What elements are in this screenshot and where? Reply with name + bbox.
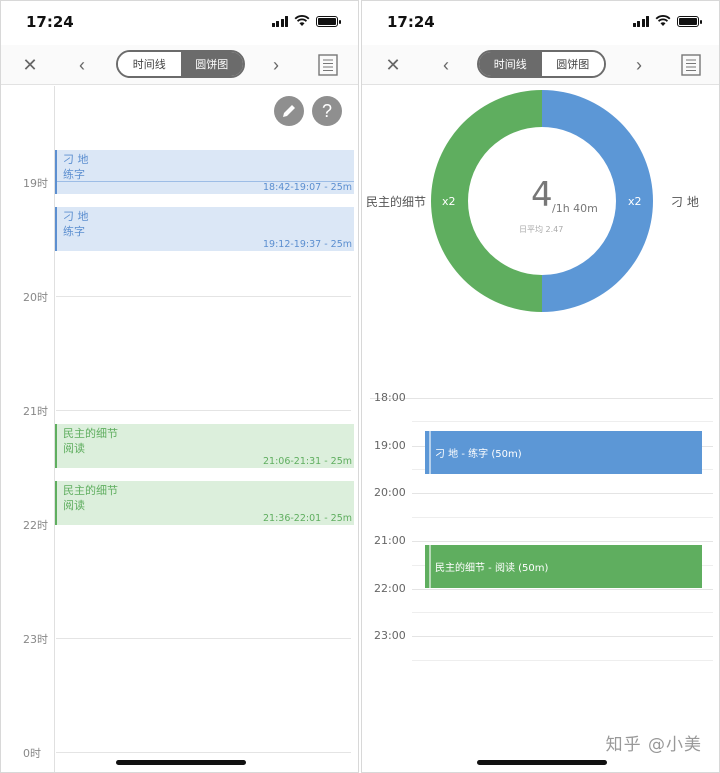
hour-label: 22:00 (374, 582, 406, 595)
summary-bar[interactable]: 刁 地 - 练字 (50m) (425, 431, 702, 474)
chevron-left-icon[interactable]: ‹ (434, 53, 458, 77)
hour-row: 22:00 (362, 582, 719, 595)
hour-row: 20时 (1, 291, 358, 304)
hour-row: 0时 (1, 747, 358, 760)
hour-label: 20:00 (374, 486, 406, 499)
event-title: 刁 地 (63, 153, 89, 166)
event-time: 19:12-19:37 - 25m (263, 239, 352, 250)
pie-center-count: 4 (531, 175, 553, 215)
tab-pie[interactable]: 圆饼图 (541, 52, 604, 76)
half-hour-line (412, 660, 713, 661)
hour-label: 23时 (23, 633, 48, 646)
pie-right-count: x2 (628, 195, 642, 208)
chevron-left-icon[interactable]: ‹ (70, 53, 94, 77)
event-block[interactable]: 刁 地 练字 18:42-19:07 - 25m (55, 150, 354, 194)
hour-row: 23时 (1, 633, 358, 646)
list-icon[interactable] (316, 53, 340, 77)
list-icon[interactable] (679, 53, 703, 77)
tab-timeline[interactable]: 时间线 (118, 52, 181, 76)
pie-right-label: 刁 地 (671, 195, 699, 209)
edit-button[interactable] (274, 96, 304, 126)
wifi-icon (294, 15, 310, 26)
status-bar: 17:24 (1, 1, 358, 45)
battery-icon (316, 15, 341, 27)
event-subtitle: 练字 (63, 168, 85, 181)
help-icon: ? (321, 100, 332, 121)
hour-label: 20时 (23, 291, 48, 304)
hour-label: 23:00 (374, 629, 406, 642)
status-time: 17:24 (26, 13, 74, 31)
summary-bar-label: 刁 地 - 练字 (50m) (435, 449, 522, 460)
hour-label: 0时 (23, 747, 41, 760)
hour-label: 22时 (23, 519, 48, 532)
hour-label: 21时 (23, 405, 48, 418)
status-bar: 17:24 (362, 1, 719, 45)
hour-label: 19:00 (374, 439, 406, 452)
battery-icon (677, 15, 702, 27)
home-indicator (116, 760, 246, 765)
pie-daily-average: 日平均 2.47 (519, 225, 564, 234)
pie-center-total: /1h 40m (552, 202, 598, 215)
event-subtitle: 阅读 (63, 442, 85, 455)
view-toggle: 时间线 圆饼图 (477, 50, 606, 78)
event-time: 18:42-19:07 - 25m (263, 182, 352, 193)
event-time: 21:36-22:01 - 25m (263, 513, 352, 524)
event-time: 21:06-21:31 - 25m (263, 456, 352, 467)
wifi-icon (655, 15, 671, 26)
event-title: 刁 地 (63, 210, 89, 223)
signal-icon (632, 15, 649, 27)
half-hour-line (412, 517, 713, 518)
nav-bar: ✕ ‹ 时间线 圆饼图 › (362, 45, 719, 85)
tab-timeline[interactable]: 时间线 (479, 52, 542, 76)
close-icon[interactable]: ✕ (18, 53, 42, 77)
pie-left-count: x2 (442, 195, 456, 208)
close-icon[interactable]: ✕ (381, 53, 405, 77)
pie-screen: 17:24 ✕ ‹ 时间线 圆饼图 › 民主的细节 刁 地 x2 x2 4 /1… (361, 0, 720, 773)
help-button[interactable]: ? (312, 96, 342, 126)
hour-row: 18:00 (362, 391, 719, 404)
event-title: 民主的细节 (63, 484, 118, 497)
half-hour-line (412, 421, 713, 422)
event-block[interactable]: 民主的细节 阅读 21:06-21:31 - 25m (55, 424, 354, 468)
hour-row: 23:00 (362, 629, 719, 642)
half-hour-line (412, 612, 713, 613)
watermark: 知乎 @小美 (605, 735, 702, 755)
event-block[interactable]: 民主的细节 阅读 21:36-22:01 - 25m (55, 481, 354, 525)
event-title: 民主的细节 (63, 427, 118, 440)
home-indicator (477, 760, 607, 765)
pie-chart: 民主的细节 刁 地 x2 x2 4 /1h 40m 日平均 2.47 (362, 86, 719, 321)
signal-icon (271, 15, 288, 27)
tab-pie[interactable]: 圆饼图 (180, 52, 243, 76)
event-block[interactable]: 刁 地 练字 19:12-19:37 - 25m (55, 207, 354, 251)
hour-row: 21:00 (362, 534, 719, 547)
chevron-right-icon[interactable]: › (264, 53, 288, 77)
hour-row: 21时 (1, 405, 358, 418)
chevron-right-icon[interactable]: › (627, 53, 651, 77)
summary-bar[interactable]: 民主的细节 - 阅读 (50m) (425, 545, 702, 588)
hour-row: 20:00 (362, 486, 719, 499)
hour-label: 19时 (23, 177, 48, 190)
pencil-icon (283, 105, 295, 117)
nav-bar: ✕ ‹ 时间线 圆饼图 › (1, 45, 358, 85)
event-subtitle: 阅读 (63, 499, 85, 512)
summary-bar-label: 民主的细节 - 阅读 (50m) (435, 563, 549, 574)
status-time: 17:24 (387, 13, 435, 31)
pie-left-label: 民主的细节 (366, 195, 427, 209)
view-toggle: 时间线 圆饼图 (116, 50, 245, 78)
hour-label: 21:00 (374, 534, 406, 547)
event-subtitle: 练字 (63, 225, 85, 238)
hour-label: 18:00 (374, 391, 406, 404)
timeline-screen: 17:24 ✕ ‹ 时间线 圆饼图 › ? 19时 20时 21时 22时 23… (0, 0, 359, 773)
